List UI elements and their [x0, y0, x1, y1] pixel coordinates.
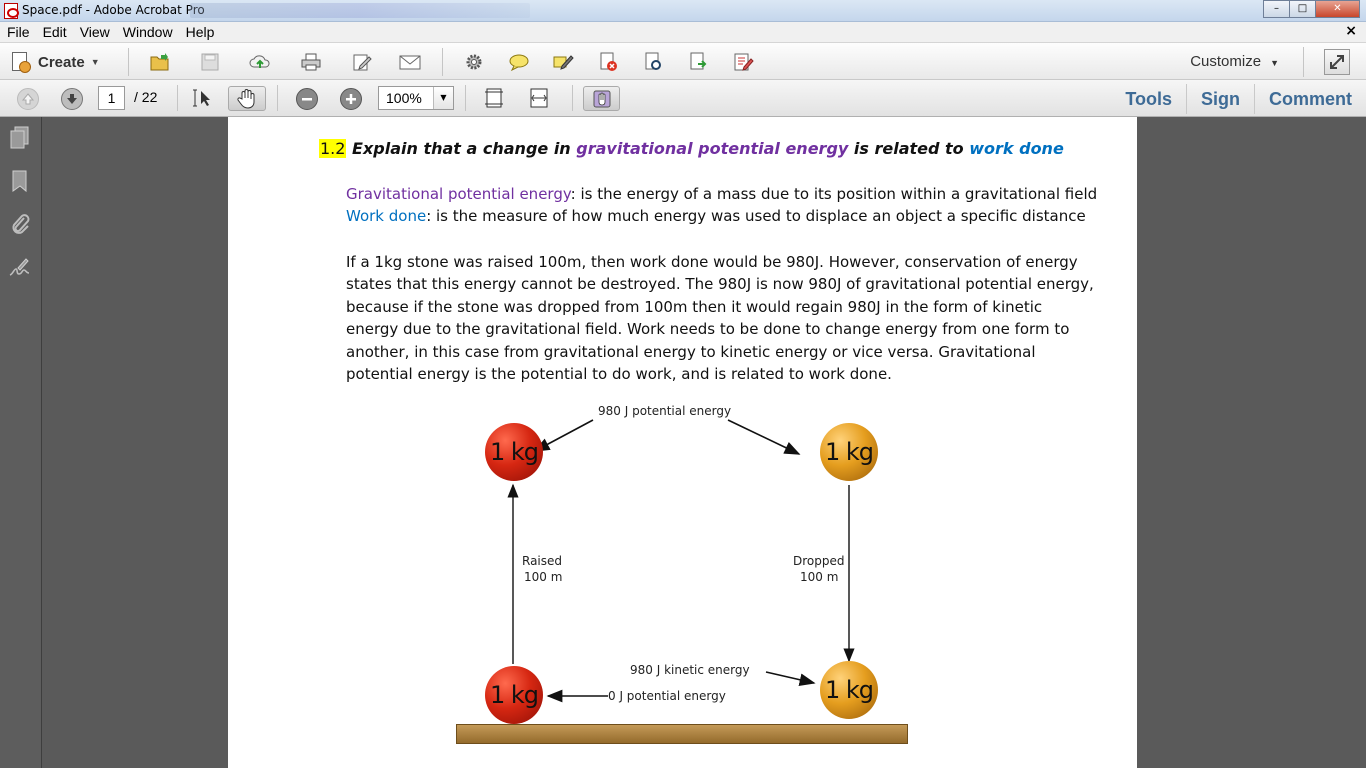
- label-raised: Raised: [522, 554, 563, 568]
- signature-icon[interactable]: [8, 255, 32, 281]
- ground-bar: [456, 724, 908, 744]
- menu-window[interactable]: Window: [123, 24, 173, 40]
- chevron-down-icon: ▼: [1270, 58, 1279, 68]
- previous-page-button[interactable]: [17, 88, 39, 110]
- definition-term: Work done: [346, 207, 427, 225]
- read-mode-button[interactable]: [583, 86, 620, 111]
- close-window-button[interactable]: ✕: [1315, 0, 1360, 18]
- sign-pane-link[interactable]: Sign: [1185, 83, 1254, 114]
- bookmark-icon[interactable]: [8, 169, 32, 195]
- form-icon[interactable]: [732, 52, 754, 72]
- fit-page-icon[interactable]: [483, 88, 505, 108]
- close-document-button[interactable]: ×: [1345, 23, 1357, 39]
- pages-icon[interactable]: [8, 125, 32, 151]
- arrow-top-right: [727, 419, 801, 455]
- gear-icon[interactable]: [463, 52, 485, 72]
- menu-file[interactable]: File: [7, 24, 30, 40]
- customize-label: Customize: [1190, 53, 1262, 70]
- expand-arrows-icon: [1330, 55, 1344, 69]
- definition-text: : is the energy of a mass due to its pos…: [570, 185, 1098, 203]
- arrow-down-icon: [67, 94, 77, 104]
- title-bar: Space.pdf - Adobe Acrobat Pro – □ ✕: [0, 0, 1366, 22]
- ball-top-right: 1 kg: [820, 423, 878, 481]
- next-page-button[interactable]: [61, 88, 83, 110]
- zoom-out-button[interactable]: [296, 88, 318, 110]
- maximize-button[interactable]: □: [1289, 0, 1316, 18]
- touch-hand-icon: [593, 90, 610, 107]
- acrobat-pdf-icon: [4, 3, 19, 19]
- ball-bottom-left: 1 kg: [485, 666, 543, 724]
- energy-diagram: 980 J potential energy 1 kg 1 kg 1 kg 1 …: [448, 399, 918, 749]
- label-raised-distance: 100 m: [524, 570, 563, 584]
- plus-icon: [346, 94, 356, 104]
- zoom-value: 100%: [386, 90, 422, 106]
- zoom-in-button[interactable]: [340, 88, 362, 110]
- page-total: / 22: [134, 89, 158, 105]
- arrow-top-left: [533, 419, 594, 452]
- edit-icon[interactable]: [351, 52, 373, 72]
- body-paragraph: If a 1kg stone was raised 100m, then wor…: [346, 253, 1094, 384]
- comment-icon[interactable]: [508, 52, 530, 72]
- arrow-kinetic: [765, 671, 816, 687]
- label-dropped-distance: 100 m: [800, 570, 839, 584]
- label-dropped: Dropped: [793, 554, 845, 568]
- navigation-pane: [0, 117, 42, 768]
- attachment-icon[interactable]: [8, 211, 32, 237]
- zoom-select[interactable]: 100% ▼: [378, 86, 454, 110]
- comment-pane-link[interactable]: Comment: [1253, 83, 1366, 114]
- tools-pane-link[interactable]: Tools: [1111, 84, 1186, 114]
- window-title: Space.pdf - Adobe Acrobat Pro: [22, 3, 205, 17]
- email-icon[interactable]: [399, 52, 421, 72]
- minimize-button[interactable]: –: [1263, 0, 1290, 18]
- page-number-input[interactable]: 1: [98, 86, 125, 110]
- main-toolbar: Create ▼ Customize ▼: [0, 42, 1366, 80]
- label-zero-potential: 0 J potential energy: [608, 689, 726, 703]
- create-pdf-icon: [10, 51, 31, 73]
- customize-button[interactable]: Customize ▼: [1190, 53, 1279, 70]
- section-number: 1.2: [319, 139, 347, 158]
- definition-work-done: Work done: is the measure of how much en…: [346, 207, 1086, 225]
- menu-edit[interactable]: Edit: [43, 24, 67, 40]
- heading-term-gpe: gravitational potential energy: [576, 139, 849, 158]
- navigation-toolbar: 1 / 22 100% ▼ Tools Sign Comment: [0, 80, 1366, 117]
- create-label: Create: [38, 53, 85, 71]
- heading-text-1: Explain that a change in: [346, 139, 577, 158]
- pdf-page: 1.2 Explain that a change in gravitation…: [228, 117, 1137, 768]
- highlight-icon[interactable]: [552, 52, 574, 72]
- delete-page-icon[interactable]: [597, 52, 619, 72]
- upload-cloud-icon[interactable]: [249, 52, 271, 72]
- export-icon[interactable]: [687, 52, 709, 72]
- ball-bottom-right: 1 kg: [820, 661, 878, 719]
- expand-button[interactable]: [1324, 49, 1350, 75]
- document-viewport[interactable]: 1.2 Explain that a change in gravitation…: [42, 117, 1366, 768]
- menu-bar: File Edit View Window Help ×: [0, 22, 1366, 42]
- chevron-down-icon: ▼: [90, 57, 100, 67]
- minus-icon: [302, 98, 312, 101]
- arrow-up-icon: [21, 93, 35, 105]
- fit-width-icon[interactable]: [528, 88, 550, 108]
- heading-term-work: work done: [969, 139, 1064, 158]
- create-button[interactable]: Create ▼: [10, 50, 100, 74]
- page-settings-icon[interactable]: [642, 52, 664, 72]
- save-icon[interactable]: [199, 52, 221, 72]
- print-icon[interactable]: [300, 52, 322, 72]
- menu-help[interactable]: Help: [186, 24, 215, 40]
- heading-text-2: is related to: [848, 139, 970, 158]
- open-folder-icon[interactable]: [149, 52, 171, 72]
- definition-gpe: Gravitational potential energy: is the e…: [346, 185, 1097, 203]
- chevron-down-icon[interactable]: ▼: [433, 87, 453, 109]
- label-top-potential: 980 J potential energy: [598, 404, 732, 418]
- ball-top-left: 1 kg: [485, 423, 543, 481]
- hand-icon: [237, 88, 255, 109]
- taskbar-ghost-tabs: [190, 3, 530, 18]
- definition-term: Gravitational potential energy: [346, 185, 571, 203]
- hand-tool-button[interactable]: [228, 86, 266, 111]
- menu-view[interactable]: View: [80, 24, 110, 40]
- select-cursor-icon[interactable]: [192, 88, 214, 108]
- definition-text: : is the measure of how much energy was …: [426, 207, 1086, 225]
- section-heading: 1.2 Explain that a change in gravitation…: [319, 139, 1064, 158]
- label-kinetic: 980 J kinetic energy: [630, 663, 750, 677]
